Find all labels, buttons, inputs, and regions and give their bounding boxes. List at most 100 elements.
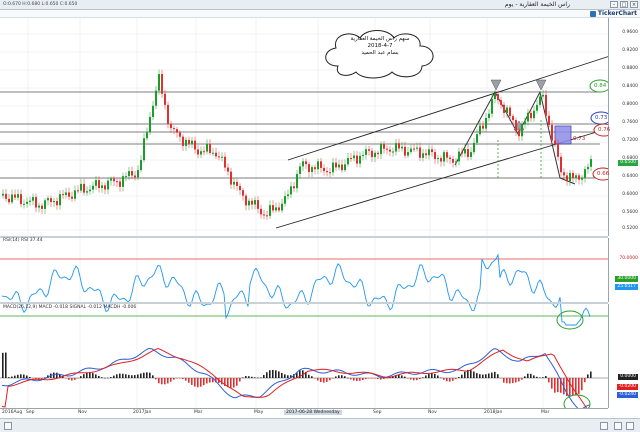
- candle-body: [449, 157, 451, 159]
- price-panel: [0, 18, 615, 408]
- macd-histogram-bar: [473, 371, 475, 378]
- macd-histogram-bar: [557, 378, 559, 393]
- candle-body: [266, 215, 268, 217]
- candle-body: [119, 181, 121, 187]
- macd-histogram-bar: [518, 378, 520, 382]
- zoom-button[interactable]: [614, 422, 622, 430]
- candle-body: [80, 183, 82, 191]
- macd-histogram-bar: [95, 374, 97, 378]
- candle-body: [443, 152, 445, 162]
- candle-body: [500, 100, 502, 105]
- candle-body: [293, 186, 295, 189]
- macd-histogram-bar: [245, 376, 247, 378]
- candle-body: [335, 162, 337, 168]
- macd-histogram-bar: [140, 373, 142, 378]
- candle-body: [344, 164, 346, 171]
- candle-body: [221, 156, 223, 158]
- macd-histogram-bar: [332, 378, 334, 379]
- candle-body: [68, 192, 70, 197]
- candle-body: [410, 148, 412, 153]
- candle-body: [548, 115, 550, 125]
- macd-histogram-bar: [461, 374, 463, 378]
- candle-body: [584, 169, 586, 178]
- candle-body: [140, 160, 142, 171]
- macd-histogram-bar: [554, 378, 556, 393]
- candle-body: [398, 143, 400, 149]
- panel-separator[interactable]: [0, 302, 608, 304]
- macd-histogram-bar: [521, 378, 523, 380]
- candle-body: [383, 143, 385, 149]
- candle-body: [506, 107, 508, 113]
- candle-body: [104, 185, 106, 190]
- candle-body: [17, 194, 19, 198]
- macd-histogram-bar: [587, 374, 589, 378]
- macd-histogram-bar: [536, 376, 538, 378]
- macd-histogram-bar: [374, 378, 376, 379]
- macd-histogram-bar: [209, 378, 211, 383]
- x-axis[interactable]: 2016Aug Sep Nov 2017Jan Mar May 2017-06-…: [0, 408, 608, 418]
- y-tick: 0.7600: [622, 120, 638, 125]
- candle-body: [425, 153, 427, 156]
- candle-body: [32, 197, 34, 201]
- candle-body: [464, 149, 466, 154]
- macd-histogram-bar: [233, 378, 235, 388]
- crosshair-date: 2017-06-28 Wednesday: [284, 410, 342, 415]
- candle-body: [11, 194, 13, 203]
- panel-separator[interactable]: [0, 236, 608, 238]
- candle-body: [53, 200, 55, 203]
- macd-histogram-bar: [119, 373, 121, 378]
- y-tick: 0.9600: [622, 30, 638, 35]
- y-tick: 0.6400: [622, 174, 638, 179]
- macd-histogram-bar: [173, 378, 175, 380]
- candle-body: [581, 177, 583, 180]
- rsi-oversold-tag: 30.0000: [615, 276, 638, 282]
- candle-body: [254, 200, 256, 205]
- candle-body: [272, 205, 274, 211]
- macd-histogram-bar: [11, 376, 13, 378]
- price-y-axis[interactable]: 0.9600 0.9200 0.8800 0.8400 0.8000 0.760…: [608, 18, 640, 236]
- macd-histogram-bar: [434, 373, 436, 378]
- macd-histogram-bar: [350, 378, 352, 380]
- candle-body: [530, 112, 532, 119]
- y-tick: 0.8000: [622, 102, 638, 107]
- candle-body: [536, 104, 538, 111]
- candle-body: [23, 203, 25, 205]
- candle-body: [65, 192, 67, 195]
- candle-body: [497, 94, 499, 101]
- x-tick: 2018Jan: [484, 410, 503, 415]
- candle-body: [230, 171, 232, 185]
- candle-body: [296, 173, 298, 189]
- candle-body: [470, 152, 472, 158]
- rsi-y-axis[interactable]: 70.0000 30.0000 25.6517: [608, 238, 640, 302]
- candle-body: [404, 146, 406, 156]
- candle-body: [551, 124, 553, 141]
- candle-body: [161, 73, 163, 94]
- candle-body: [440, 158, 442, 162]
- candle-body: [572, 172, 574, 178]
- scroll-left-button[interactable]: [4, 422, 12, 430]
- macd-histogram-bar: [125, 374, 127, 378]
- candle-body: [47, 198, 49, 201]
- candle-body: [227, 167, 229, 172]
- settings-button[interactable]: [626, 422, 634, 430]
- macd-signal-tag: -0.0200: [616, 384, 638, 390]
- y-tick: 0.8800: [622, 66, 638, 71]
- candle-body: [71, 196, 73, 199]
- macd-histogram-bar: [545, 375, 547, 378]
- x-tick: Nov: [78, 410, 87, 415]
- candle-body: [401, 146, 403, 149]
- candle-body: [560, 156, 562, 173]
- scroll-right-button[interactable]: [600, 422, 608, 430]
- candle-body: [56, 200, 58, 206]
- macd-histogram-bar: [263, 374, 265, 378]
- candle-body: [209, 144, 211, 153]
- y-tick: 0.5200: [622, 226, 638, 231]
- candle-body: [101, 185, 103, 189]
- macd-histogram-bar: [503, 378, 505, 383]
- macd-y-axis[interactable]: 0.0000 -0.0200 -0.0240: [608, 304, 640, 408]
- macd-histogram-bar: [425, 375, 427, 378]
- rsi-current-tag: 25.6517: [615, 284, 638, 290]
- macd-histogram-bar: [200, 378, 202, 387]
- candle-body: [554, 140, 556, 144]
- candle-body: [125, 176, 127, 178]
